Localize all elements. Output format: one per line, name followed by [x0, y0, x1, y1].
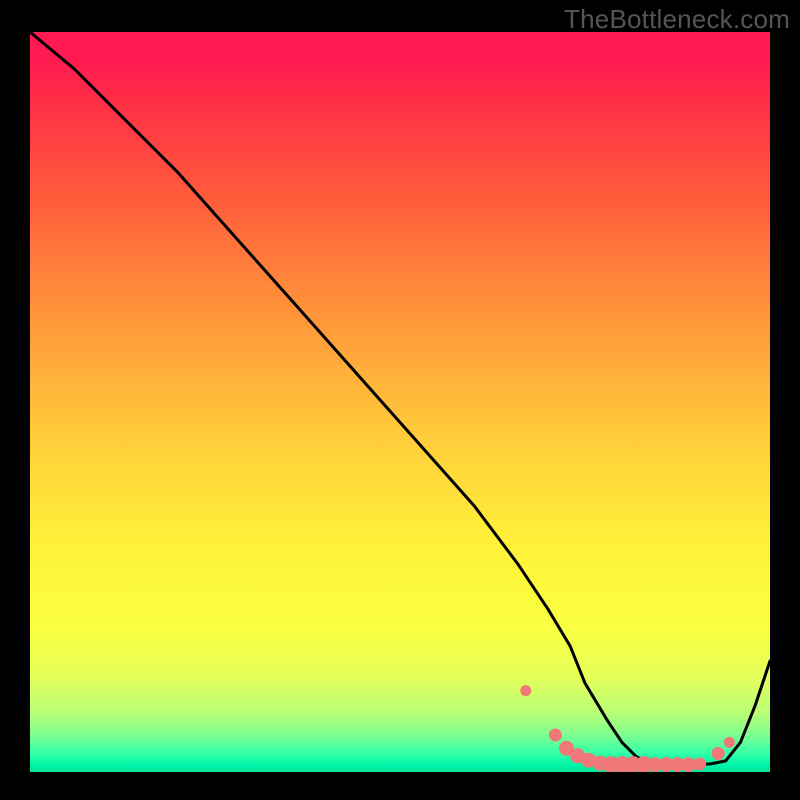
marker-dot — [724, 737, 734, 747]
marker-dot — [549, 729, 561, 741]
marker-dot — [694, 758, 706, 770]
chart-frame: TheBottleneck.com — [0, 0, 800, 800]
curve-path — [30, 32, 770, 765]
marker-dot — [712, 748, 724, 760]
plot-area — [30, 32, 770, 772]
data-markers — [521, 686, 735, 772]
marker-dot — [521, 686, 531, 696]
bottleneck-curve — [30, 32, 770, 765]
curve-overlay — [30, 32, 770, 772]
watermark-text: TheBottleneck.com — [564, 4, 790, 35]
